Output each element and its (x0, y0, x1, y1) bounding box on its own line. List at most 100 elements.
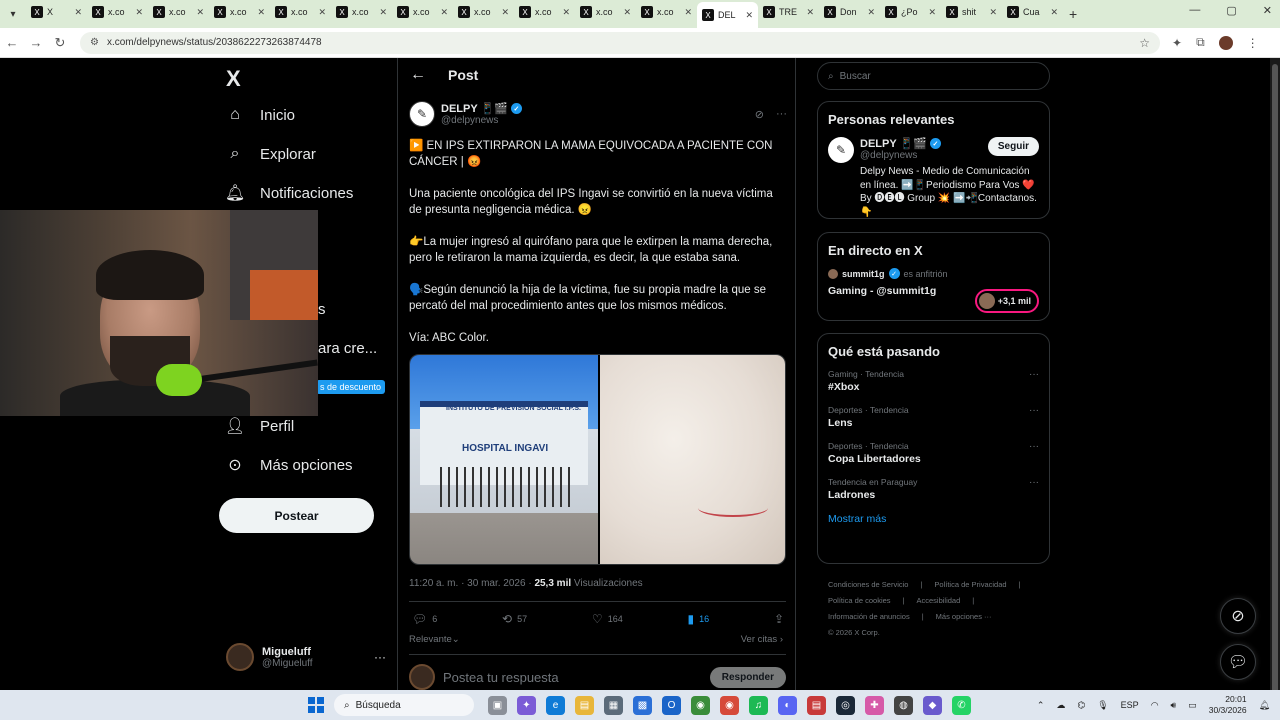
notifications-icon[interactable]: 🔔︎ (1259, 700, 1270, 711)
more-dots-icon[interactable]: ··· (1029, 477, 1039, 488)
follow-button[interactable]: Seguir (987, 137, 1039, 156)
wifi-icon[interactable]: ◠ (1151, 700, 1159, 711)
relevant-handle[interactable]: @delpynews (860, 150, 941, 161)
mic-icon[interactable]: 🎙︎ (1097, 700, 1108, 711)
browser-tab[interactable]: Xx.co ✕ (331, 0, 392, 24)
reply-input[interactable]: Postea tu respuesta (443, 670, 559, 685)
close-tab-icon[interactable]: ✕ (196, 7, 204, 18)
close-tab-icon[interactable]: ✕ (745, 10, 753, 21)
close-tab-icon[interactable]: ✕ (806, 7, 814, 18)
whatsapp-icon[interactable]: ✆ (952, 695, 971, 715)
minimize-button[interactable]: — (1189, 4, 1200, 17)
chevron-up-icon[interactable]: ⌃ (1037, 700, 1045, 711)
edge-icon[interactable]: e (546, 695, 565, 715)
nav-notifications[interactable]: 🔔︎ Notificaciones (225, 184, 354, 203)
browser-tab[interactable]: Xx.co ✕ (453, 0, 514, 24)
profile-avatar[interactable] (1218, 35, 1233, 50)
reply-button[interactable]: 💬︎ 6 (412, 612, 437, 626)
reply-submit-button[interactable]: Responder (709, 666, 786, 688)
view-quotes-link[interactable]: Ver citas › (741, 634, 783, 645)
bookmark-star-icon[interactable]: ☆ (1139, 36, 1150, 50)
browser-tab[interactable]: Xx.co ✕ (270, 0, 331, 24)
volume-icon[interactable]: 🔊︎ (1171, 700, 1177, 711)
menu-kebab-icon[interactable]: ⋮ (1247, 36, 1259, 50)
more-dots-icon[interactable]: ··· (1029, 441, 1039, 452)
close-tab-icon[interactable]: ✕ (440, 7, 448, 18)
author-avatar[interactable]: ✎ (828, 137, 854, 163)
close-tab-icon[interactable]: ✕ (318, 7, 326, 18)
close-tab-icon[interactable]: ✕ (501, 7, 509, 18)
close-window-button[interactable]: ✕ (1263, 4, 1272, 17)
back-arrow-icon[interactable]: ← (410, 66, 426, 84)
site-info-icon[interactable]: ⚙ (90, 37, 99, 48)
page-scrollbar[interactable] (1270, 58, 1280, 690)
chrome-icon[interactable]: ◉ (691, 695, 710, 715)
more-dots-icon[interactable]: ··· (374, 650, 386, 664)
browser-tab[interactable]: X Cua ✕ (1002, 0, 1063, 24)
network-icon[interactable]: ⌬ (1077, 700, 1085, 711)
messages-fab-button[interactable]: 💬︎ (1220, 644, 1256, 680)
author-avatar[interactable]: ✎ (409, 101, 435, 127)
store-icon[interactable]: ▩ (633, 695, 652, 715)
account-switcher[interactable]: Migueluff @Migueluff ··· (226, 643, 386, 671)
browser-tab[interactable]: X TRE ✕ (758, 0, 819, 24)
browser-tab[interactable]: Xx.co ✕ (392, 0, 453, 24)
spotify-icon[interactable]: ♫ (749, 695, 768, 715)
browser-tab[interactable]: Xx.co ✕ (148, 0, 209, 24)
share-button[interactable]: ⇪ (774, 612, 784, 626)
scar-image[interactable] (600, 355, 785, 564)
chrome-profile-icon[interactable]: ◉ (720, 695, 739, 715)
obs-icon[interactable]: ◍ (894, 695, 913, 715)
trend-item[interactable]: Deportes · Tendencia Copa Libertadores ·… (828, 441, 1039, 465)
task-view-icon[interactable]: ▣ (488, 695, 507, 715)
close-tab-icon[interactable]: ✕ (867, 7, 875, 18)
author-name[interactable]: DELPY 📱🎬 (441, 102, 508, 115)
search-input[interactable]: ⌕ Buscar (817, 62, 1050, 90)
close-tab-icon[interactable]: ✕ (928, 7, 936, 18)
browser-tab[interactable]: X ¿Po ✕ (880, 0, 941, 24)
steam-icon[interactable]: ◎ (836, 695, 855, 715)
outlook-icon[interactable]: O (662, 695, 681, 715)
new-tab-button[interactable]: + (1069, 6, 1077, 22)
cloud-icon[interactable]: ☁ (1056, 700, 1065, 711)
browser-tab[interactable]: X X ✕ (26, 0, 87, 24)
calculator-icon[interactable]: ▦ (604, 695, 623, 715)
relevant-name[interactable]: DELPY 📱🎬 (860, 137, 927, 150)
post-button[interactable]: Postear (219, 498, 374, 533)
browser-tab[interactable]: Xx.co ✕ (575, 0, 636, 24)
browser-tab[interactable]: Xx.co ✕ (514, 0, 575, 24)
close-tab-icon[interactable]: ✕ (1050, 7, 1058, 18)
grok-fab-button[interactable]: ⊘ (1220, 598, 1256, 634)
browser-tab[interactable]: X DEL ✕ (697, 2, 758, 28)
close-tab-icon[interactable]: ✕ (562, 7, 570, 18)
bookmark-button[interactable]: ▮ 16 (688, 612, 710, 626)
reload-button[interactable]: ↻ (48, 35, 72, 51)
close-tab-icon[interactable]: ✕ (684, 7, 692, 18)
close-tab-icon[interactable]: ✕ (379, 7, 387, 18)
like-button[interactable]: ♡ 164 (592, 612, 623, 626)
trend-item[interactable]: Tendencia en Paraguay Ladrones ··· (828, 477, 1039, 501)
trend-item[interactable]: Deportes · Tendencia Lens ··· (828, 405, 1039, 429)
repost-button[interactable]: ⟲ 57 (502, 612, 527, 626)
url-field[interactable]: ⚙ x.com/delpynews/status/203862227326387… (80, 31, 1160, 54)
clock[interactable]: 20:01 30/3/2026 (1209, 694, 1247, 716)
close-tab-icon[interactable]: ✕ (135, 7, 143, 18)
close-tab-icon[interactable]: ✕ (257, 7, 265, 18)
browser-tab[interactable]: Xx.co ✕ (636, 0, 697, 24)
copilot-icon[interactable]: ✦ (517, 695, 536, 715)
browser-tab[interactable]: Xshit ✕ (941, 0, 1002, 24)
show-more-link[interactable]: Mostrar más (828, 513, 1039, 525)
puzzle-icon[interactable]: ⧉ (1196, 35, 1205, 50)
battery-icon[interactable]: ▭ (1188, 700, 1197, 711)
nav-partial-1[interactable]: s (318, 301, 326, 318)
extension-icon[interactable]: ✦ (1172, 36, 1182, 50)
close-tab-icon[interactable]: ✕ (74, 7, 82, 18)
tab-search-dropdown[interactable]: ▾ (4, 5, 22, 23)
discord-icon[interactable]: ◐ (778, 695, 797, 715)
nav-more-options[interactable]: ⊙ Más opciones (226, 456, 352, 475)
language-indicator[interactable]: ESP (1121, 700, 1139, 710)
app-icon[interactable]: ◆ (923, 695, 942, 715)
close-tab-icon[interactable]: ✕ (989, 7, 997, 18)
maximize-button[interactable]: ▢ (1226, 4, 1236, 17)
nav-home[interactable]: ⌂ Inicio (226, 106, 295, 124)
